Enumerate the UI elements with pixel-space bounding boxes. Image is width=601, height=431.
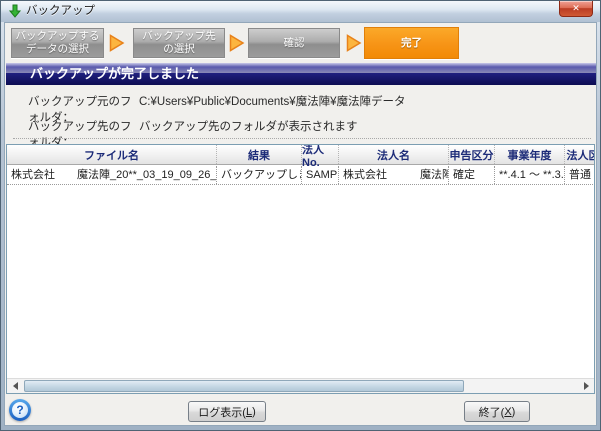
scrollbar-thumb[interactable] [24, 380, 464, 392]
question-mark-icon: ? [12, 402, 28, 418]
scroll-right-icon[interactable] [578, 379, 594, 393]
banner-text: バックアップが完了しました [30, 66, 199, 81]
help-button[interactable]: ? [9, 399, 31, 421]
column-header-hojin-kubun[interactable]: 法人区分 [565, 145, 595, 164]
close-icon: ✕ [572, 3, 580, 14]
step-label-line2: データの選択 [26, 43, 89, 56]
log-display-button[interactable]: ログ表示(L) [188, 401, 266, 422]
close-button[interactable]: ✕ [559, 1, 593, 17]
window-title: バックアップ [26, 1, 95, 22]
step-arrow-icon [346, 34, 362, 52]
step-arrow-icon [229, 34, 245, 52]
cell-filename: 株式会社 魔法陣_20**_03_19_09_26_12.hojin [7, 166, 217, 184]
table-row[interactable]: 株式会社 魔法陣_20**_03_19_09_26_12.hojin バックアッ… [7, 166, 595, 185]
completion-banner: バックアップが完了しました [6, 63, 596, 85]
step-complete[interactable]: 完了 [364, 27, 459, 59]
step-confirm[interactable]: 確認 [248, 28, 340, 58]
backup-arrow-icon [8, 4, 22, 18]
cell-hojin-name: 株式会社 魔法陣 [339, 166, 449, 184]
step-label-line1: 確認 [284, 37, 305, 50]
cell-shinkoku-kubun: 確定 [449, 166, 495, 184]
column-header-hojin-no[interactable]: 法人No. [302, 145, 339, 164]
step-label-line2: の選択 [163, 43, 195, 56]
step-label-line1: バックアップ先 [142, 30, 216, 43]
step-select-data[interactable]: バックアップする データの選択 [11, 28, 104, 58]
backup-results-table: ファイル名 結果 法人No. 法人名 申告区分 事業年度 法人区分 株式会社 魔… [6, 144, 595, 394]
step-label-line1: バックアップする [16, 30, 100, 43]
cell-jigyo-nendo: **.4.1 ～ **.3.31 [495, 166, 565, 184]
backup-window: バックアップ ✕ バックアップする データの選択 バックアップ先 の選択 確認 … [0, 0, 601, 431]
step-arrow-icon [109, 34, 125, 52]
content-area: バックアップする データの選択 バックアップ先 の選択 確認 完了 バックアップ… [5, 23, 596, 425]
step-select-destination[interactable]: バックアップ先 の選択 [133, 28, 225, 58]
cell-hojin-no: SAMP [302, 166, 339, 184]
column-header-shinkoku-kubun[interactable]: 申告区分 [449, 145, 495, 164]
cell-result: バックアップしました [217, 166, 302, 184]
column-header-hojin-name[interactable]: 法人名 [339, 145, 449, 164]
column-header-result[interactable]: 結果 [217, 145, 302, 164]
cell-hojin-kubun: 普通 [565, 166, 595, 184]
table-header-row: ファイル名 結果 法人No. 法人名 申告区分 事業年度 法人区分 [7, 145, 595, 165]
column-header-jigyo-nendo[interactable]: 事業年度 [495, 145, 565, 164]
separator [13, 138, 591, 139]
scroll-left-icon[interactable] [7, 379, 23, 393]
titlebar[interactable]: バックアップ ✕ [1, 1, 600, 22]
exit-button[interactable]: 終了(X) [464, 401, 530, 422]
log-button-label: ログ表示( [198, 404, 246, 420]
step-label-line1: 完了 [401, 37, 422, 50]
column-header-filename[interactable]: ファイル名 [7, 145, 217, 164]
horizontal-scrollbar[interactable] [7, 378, 594, 393]
exit-button-label: 終了( [479, 404, 505, 420]
